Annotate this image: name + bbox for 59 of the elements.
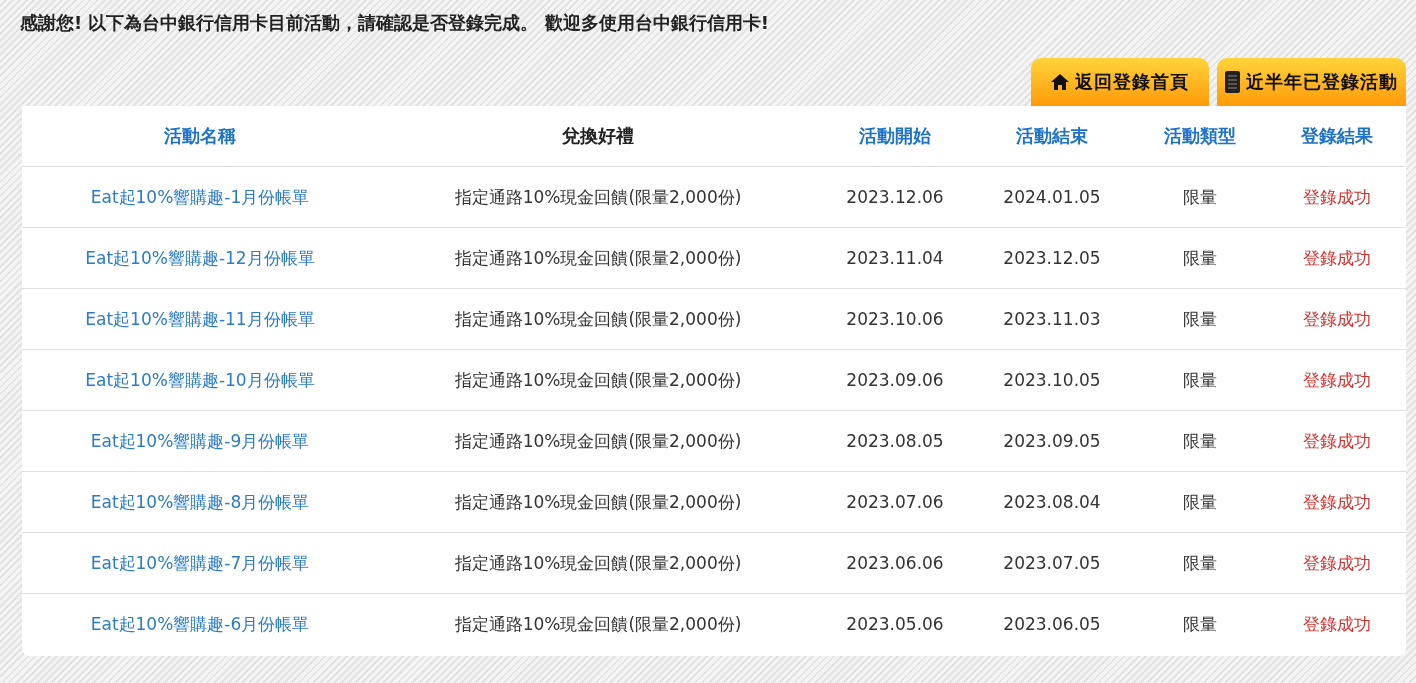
activity-link[interactable]: Eat起10%響購趣-9月份帳單	[90, 429, 310, 453]
table-cell: 限量	[1183, 612, 1217, 636]
table-cell: 2024.01.05	[1003, 187, 1101, 207]
table-cell: 2023.11.03	[1003, 309, 1101, 329]
table-cell: 指定通路10%現金回饋(限量2,000份)	[454, 612, 742, 636]
column-header: 兌換好禮	[562, 124, 634, 148]
status-text: 登錄成功	[1303, 490, 1371, 514]
table-cell: 2023.06.05	[1003, 614, 1101, 634]
table-cell: 2023.07.06	[846, 492, 944, 512]
table-cell: 限量	[1183, 307, 1217, 331]
table-cell: 限量	[1183, 368, 1217, 392]
table-cell: 2023.10.05	[1003, 370, 1101, 390]
table-cell: 2023.12.05	[1003, 248, 1101, 268]
table-cell: 2023.09.06	[846, 370, 944, 390]
table-cell: 限量	[1183, 490, 1217, 514]
table-cell: 限量	[1183, 429, 1217, 453]
status-text: 登錄成功	[1303, 612, 1371, 636]
activity-link[interactable]: Eat起10%響購趣-10月份帳單	[85, 368, 315, 392]
table-cell: 指定通路10%現金回饋(限量2,000份)	[454, 185, 742, 209]
table-cell: 限量	[1183, 551, 1217, 575]
table-cell: 2023.12.06	[846, 187, 944, 207]
activity-link[interactable]: Eat起10%響購趣-12月份帳單	[85, 246, 315, 270]
table-cell: 2023.06.06	[846, 553, 944, 573]
table-cell: 2023.10.06	[846, 309, 944, 329]
document-icon	[1225, 71, 1240, 93]
thank-you-message: 感謝您! 以下為台中銀行信用卡目前活動，請確認是否登錄完成。 歡迎多使用台中銀行信用卡!	[20, 11, 770, 35]
table-cell: 限量	[1183, 185, 1217, 209]
table-cell: 2023.05.06	[846, 614, 944, 634]
table-cell: 2023.09.05	[1003, 431, 1101, 451]
table-cell: 指定通路10%現金回饋(限量2,000份)	[454, 246, 742, 270]
status-text: 登錄成功	[1303, 429, 1371, 453]
nav-button[interactable]: 返回登錄首頁	[1031, 58, 1209, 106]
table-cell: 指定通路10%現金回饋(限量2,000份)	[454, 368, 742, 392]
column-header[interactable]: 活動名稱	[164, 124, 236, 148]
table-cell: 指定通路10%現金回饋(限量2,000份)	[454, 490, 742, 514]
status-text: 登錄成功	[1303, 246, 1371, 270]
nav-button[interactable]: 近半年已登錄活動	[1217, 58, 1406, 106]
status-text: 登錄成功	[1303, 368, 1371, 392]
table-cell: 指定通路10%現金回饋(限量2,000份)	[454, 551, 742, 575]
status-text: 登錄成功	[1303, 551, 1371, 575]
home-icon	[1051, 74, 1069, 90]
column-header[interactable]: 活動開始	[859, 124, 931, 148]
table-cell: 2023.08.05	[846, 431, 944, 451]
column-header[interactable]: 活動結束	[1016, 124, 1088, 148]
table-cell: 2023.07.05	[1003, 553, 1101, 573]
column-header[interactable]: 活動類型	[1164, 124, 1236, 148]
activity-link[interactable]: Eat起10%響購趣-6月份帳單	[90, 612, 310, 636]
status-text: 登錄成功	[1303, 307, 1371, 331]
table-cell: 指定通路10%現金回饋(限量2,000份)	[454, 429, 742, 453]
activity-link[interactable]: Eat起10%響購趣-7月份帳單	[90, 551, 310, 575]
activity-link[interactable]: Eat起10%響購趣-1月份帳單	[90, 185, 310, 209]
table-cell: 限量	[1183, 246, 1217, 270]
table-cell: 2023.11.04	[846, 248, 944, 268]
table-cell: 指定通路10%現金回饋(限量2,000份)	[454, 307, 742, 331]
activity-link[interactable]: Eat起10%響購趣-11月份帳單	[85, 307, 315, 331]
table-cell: 2023.08.04	[1003, 492, 1101, 512]
status-text: 登錄成功	[1303, 185, 1371, 209]
activity-link[interactable]: Eat起10%響購趣-8月份帳單	[90, 490, 310, 514]
column-header[interactable]: 登錄結果	[1301, 124, 1373, 148]
